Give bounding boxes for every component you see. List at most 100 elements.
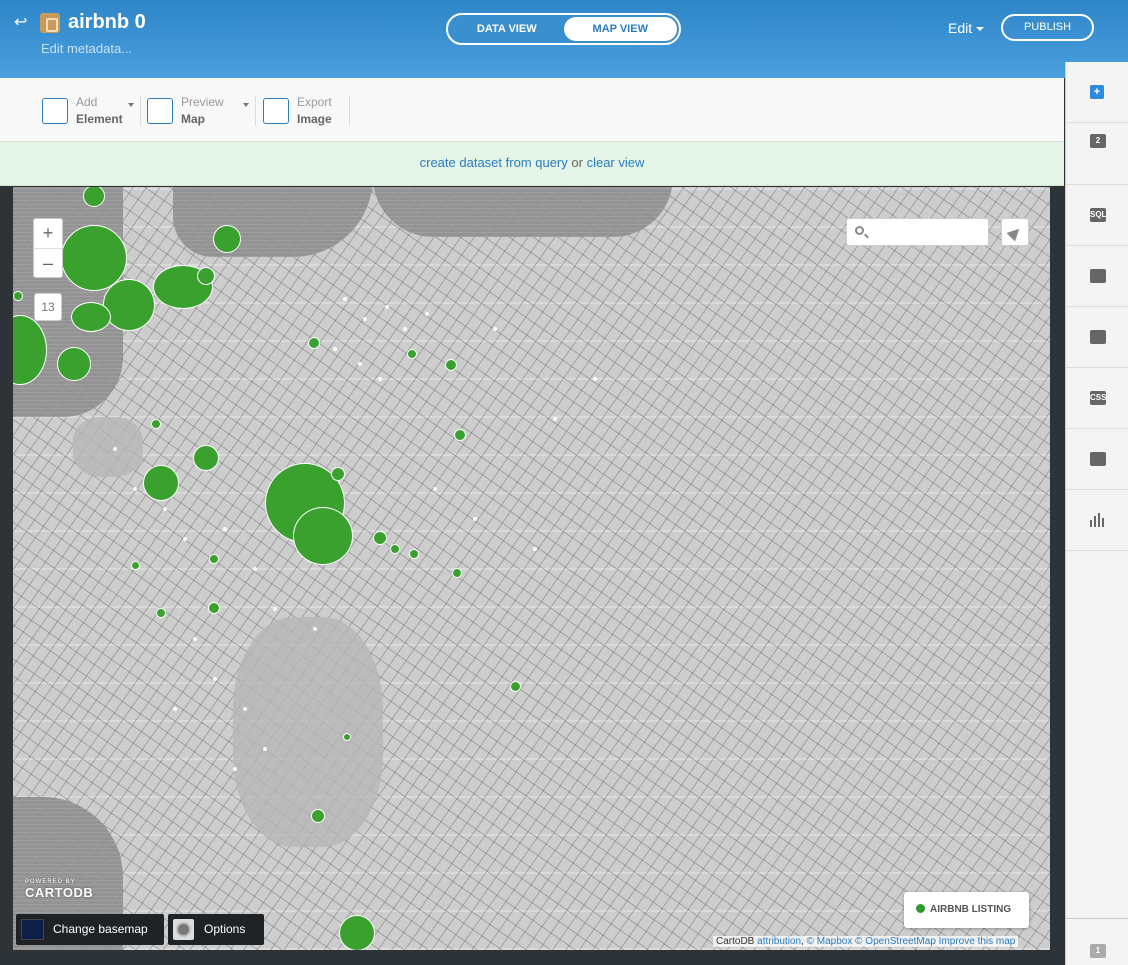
map-point <box>193 637 197 641</box>
map-marker[interactable] <box>308 337 320 349</box>
map-marker[interactable] <box>343 733 351 741</box>
map-point <box>273 607 277 611</box>
map-marker[interactable] <box>510 681 521 692</box>
map-marker[interactable] <box>390 544 400 554</box>
preview-caret-icon[interactable] <box>243 103 249 107</box>
basemap-label: Change basemap <box>53 922 148 936</box>
zoom-out-button[interactable]: – <box>34 248 62 277</box>
map-marker[interactable] <box>331 467 345 481</box>
bar <box>1090 520 1092 527</box>
cartodb-logo: POWERED BY CARTODB <box>25 879 93 900</box>
mapbox-link[interactable]: © Mapbox <box>807 936 853 947</box>
map-marker[interactable] <box>409 549 419 559</box>
map-marker[interactable] <box>208 602 220 614</box>
map-marker[interactable] <box>13 291 23 301</box>
locate-button[interactable] <box>1001 218 1029 246</box>
edit-dropdown[interactable]: Edit <box>948 20 985 36</box>
map-marker[interactable] <box>407 349 417 359</box>
top-header: ↩ airbnb 0 Edit metadata... DATA VIEW MA… <box>0 0 1128 78</box>
map-marker[interactable] <box>339 915 375 950</box>
options-button[interactable]: Options <box>168 914 264 945</box>
create-dataset-link[interactable]: create dataset from query <box>420 155 568 170</box>
clear-view-link[interactable]: clear view <box>587 155 645 170</box>
map-marker[interactable] <box>57 347 91 381</box>
map-marker[interactable] <box>193 445 219 471</box>
map-point <box>333 347 337 351</box>
map-point <box>425 312 429 316</box>
map-marker[interactable] <box>71 302 111 332</box>
add-layer-plus-icon[interactable]: + <box>1090 85 1104 99</box>
css-icon: CSS <box>1090 391 1106 405</box>
map-marker[interactable] <box>151 419 161 429</box>
edit-metadata-link[interactable]: Edit metadata... <box>41 41 132 56</box>
legend-item[interactable] <box>1066 429 1128 490</box>
osm-link[interactable]: © OpenStreetMap <box>855 936 936 947</box>
layer-count-badge: 2 <box>1090 134 1106 148</box>
options-label: Options <box>204 922 246 936</box>
map-point <box>223 527 227 531</box>
query-info-bar: create dataset from query or clear view <box>0 142 1064 186</box>
infowindow-item[interactable] <box>1066 307 1128 368</box>
css-item[interactable]: CSS <box>1066 368 1128 429</box>
map-marker[interactable] <box>156 608 166 618</box>
map-point <box>133 487 137 491</box>
bar <box>1098 513 1100 527</box>
map-point <box>313 627 317 631</box>
map-marker[interactable] <box>143 465 179 501</box>
preview-map-button[interactable]: Preview Map <box>147 94 224 128</box>
chart-item[interactable] <box>1066 490 1128 551</box>
map-marker[interactable] <box>445 359 457 371</box>
publish-button[interactable]: PUBLISH <box>1001 14 1094 41</box>
water-area <box>173 187 373 257</box>
bottom-layer-item[interactable]: 1 <box>1065 918 1128 965</box>
back-arrow-icon[interactable]: ↩ <box>14 14 32 32</box>
map-point <box>593 377 597 381</box>
change-basemap-button[interactable]: Change basemap <box>16 914 164 945</box>
tab-map-view[interactable]: MAP VIEW <box>563 17 677 41</box>
lock-icon[interactable] <box>40 13 60 33</box>
add-element-button[interactable]: Add Element <box>42 94 123 128</box>
map-marker[interactable] <box>197 267 215 285</box>
map-point <box>173 707 177 711</box>
map-search-input[interactable] <box>871 223 981 242</box>
sql-item[interactable]: SQL <box>1066 185 1128 246</box>
map-point <box>233 767 237 771</box>
map-marker[interactable] <box>209 554 219 564</box>
map-point <box>243 707 247 711</box>
attribution-link[interactable]: attribution <box>757 936 801 947</box>
tab-data-view[interactable]: DATA VIEW <box>450 17 564 41</box>
wizard-item[interactable] <box>1066 246 1128 307</box>
legend-icon <box>1090 452 1106 466</box>
preview-map-icon <box>147 98 173 124</box>
improve-map-link[interactable]: Improve this map <box>939 936 1016 947</box>
sql-icon: SQL <box>1090 208 1106 222</box>
export-line1: Export <box>297 95 332 109</box>
map-point <box>213 677 217 681</box>
bar <box>1094 516 1096 527</box>
map-attribution: CartoDB attribution, © Mapbox © OpenStre… <box>713 936 1019 947</box>
map-marker[interactable] <box>452 568 462 578</box>
zoom-level-indicator: 13 <box>34 293 62 321</box>
map-marker[interactable] <box>103 279 155 331</box>
page-title[interactable]: airbnb 0 <box>68 11 146 34</box>
add-caret-icon[interactable] <box>128 103 134 107</box>
zoom-in-button[interactable]: + <box>34 219 62 248</box>
map-marker[interactable] <box>293 507 353 565</box>
map-marker[interactable] <box>454 429 466 441</box>
map-marker[interactable] <box>373 531 387 545</box>
preview-line1: Preview <box>181 95 224 109</box>
map-point <box>343 297 347 301</box>
map-marker[interactable] <box>213 225 241 253</box>
caret-down-icon <box>976 27 985 32</box>
right-sidebar: 2 SQL CSS <box>1065 62 1128 965</box>
zoom-control: + – <box>33 218 63 278</box>
map-point <box>493 327 497 331</box>
layer-badge-item[interactable]: 2 <box>1066 124 1128 185</box>
export-image-button[interactable]: Export Image <box>263 94 332 128</box>
map-canvas[interactable]: + – 13 POWERED BY CARTODB AIRBNB LISTING … <box>13 187 1050 950</box>
map-marker[interactable] <box>311 809 325 823</box>
map-marker[interactable] <box>131 561 140 570</box>
legend-swatch <box>916 904 925 913</box>
map-toolbar: Add Element Preview Map Export Image <box>0 78 1064 142</box>
or-text: or <box>571 155 583 170</box>
